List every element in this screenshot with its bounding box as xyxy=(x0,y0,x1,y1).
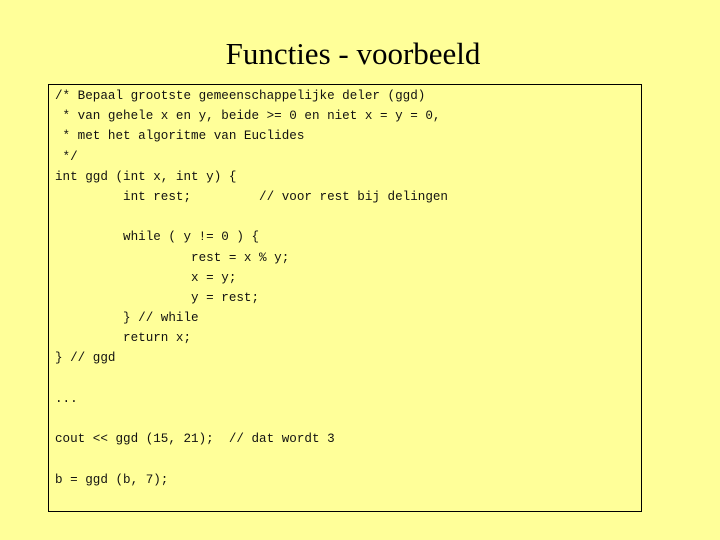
code-box: /* Bepaal grootste gemeenschappelijke de… xyxy=(48,84,642,512)
code-listing: /* Bepaal grootste gemeenschappelijke de… xyxy=(55,86,448,490)
code-line: while ( y != 0 ) { xyxy=(55,230,260,245)
code-line: * met het algoritme van Euclides xyxy=(55,129,305,144)
code-line: ... xyxy=(55,391,78,406)
code-line: } // while xyxy=(55,311,199,326)
code-line: /* Bepaal grootste gemeenschappelijke de… xyxy=(55,89,426,103)
code-line: rest = x % y; xyxy=(55,250,290,265)
code-line: b = ggd (b, 7); xyxy=(55,472,169,487)
code-line: cout << ggd (15, 21); // dat wordt 3 xyxy=(55,432,335,447)
code-line: */ xyxy=(55,149,78,164)
code-line: return x; xyxy=(55,331,192,346)
slide-title: Functies - voorbeeld xyxy=(225,36,481,71)
code-line: int rest; // voor rest bij delingen xyxy=(55,189,448,204)
code-line: int ggd (int x, int y) { xyxy=(55,169,237,184)
code-line: y = rest; xyxy=(55,290,260,305)
code-line: } // ggd xyxy=(55,351,116,366)
code-line: * van gehele x en y, beide >= 0 en niet … xyxy=(55,109,441,124)
code-line: x = y; xyxy=(55,270,237,285)
